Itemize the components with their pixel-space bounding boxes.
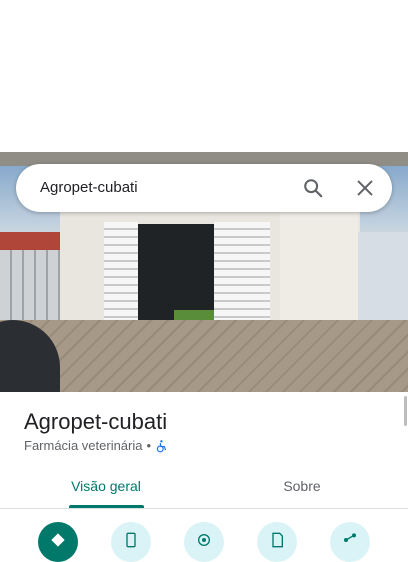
share-button[interactable] bbox=[330, 522, 370, 562]
location-button[interactable] bbox=[184, 522, 224, 562]
call-button[interactable] bbox=[111, 522, 151, 562]
location-icon bbox=[198, 534, 210, 546]
share-icon bbox=[344, 533, 356, 542]
search-icon[interactable] bbox=[302, 177, 324, 199]
save-button[interactable] bbox=[257, 522, 297, 562]
search-input[interactable]: Agropet-cubati bbox=[40, 179, 138, 196]
tab-about[interactable]: Sobre bbox=[236, 476, 368, 508]
photo-red-roof bbox=[0, 232, 60, 250]
tabs-divider bbox=[0, 508, 408, 509]
tab-overview[interactable]: Visão geral bbox=[40, 476, 172, 508]
place-category: Farmácia veterinária bbox=[24, 438, 143, 453]
search-bar[interactable]: Agropet-cubati bbox=[16, 164, 392, 212]
photo-sidewalk bbox=[0, 320, 408, 392]
photo-right-building bbox=[358, 232, 408, 322]
directions-icon bbox=[51, 533, 65, 547]
separator-dot: • bbox=[146, 438, 152, 453]
photo-shutter-left bbox=[104, 222, 138, 326]
directions-button[interactable] bbox=[38, 522, 78, 562]
phone-icon bbox=[126, 532, 136, 548]
photo-shutter-right bbox=[214, 222, 270, 332]
tab-overview-label: Visão geral bbox=[71, 478, 141, 494]
place-subtitle: Farmácia veterinária • bbox=[24, 438, 169, 453]
save-icon bbox=[272, 532, 283, 548]
close-icon[interactable] bbox=[354, 177, 376, 199]
place-title: Agropet-cubati bbox=[24, 409, 168, 434]
tab-about-label: Sobre bbox=[283, 478, 321, 494]
wheelchair-icon bbox=[156, 439, 167, 452]
photo-fence bbox=[0, 250, 62, 320]
scrollbar[interactable] bbox=[404, 396, 407, 426]
